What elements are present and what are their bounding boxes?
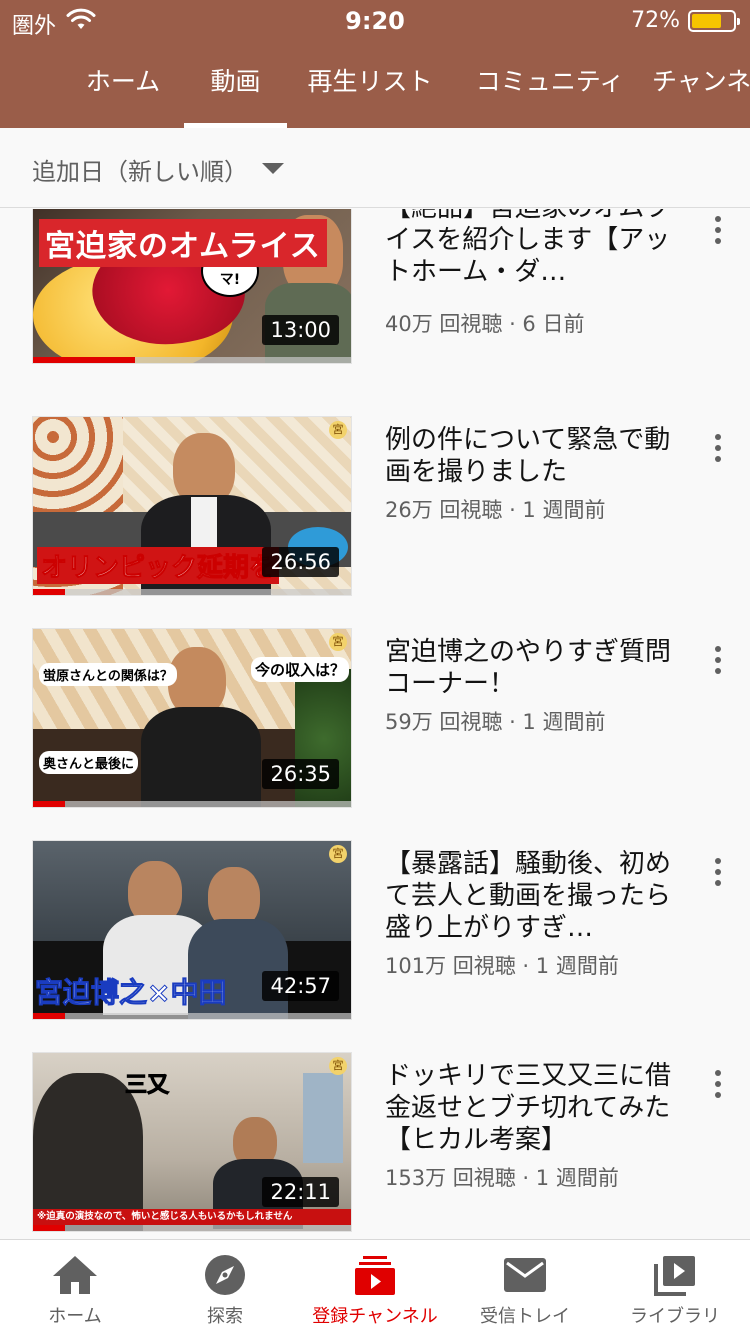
nav-library-label: ライブラリ bbox=[630, 1306, 720, 1327]
thumbnail-warning: ※迫真の演技なので、怖いと感じる人もいるかもしれません bbox=[33, 1209, 351, 1225]
video-thumbnail[interactable]: 宮 三又 ※迫真の演技なので、怖いと感じる人もいるかもしれません 22:11 bbox=[32, 1052, 352, 1232]
tab-playlists[interactable]: 再生リスト bbox=[290, 44, 450, 128]
more-options-icon[interactable] bbox=[706, 212, 730, 248]
video-item[interactable]: 宮 今の収入は？ 蛍原さんとの関係は？ 奥さんと最後に 26:35 宮迫博之のや… bbox=[0, 596, 750, 808]
more-options-icon[interactable] bbox=[706, 430, 730, 466]
tab-channel[interactable]: チャンネル bbox=[652, 44, 750, 128]
video-duration: 13:00 bbox=[262, 315, 339, 345]
tab-videos[interactable]: 動画 bbox=[184, 44, 287, 128]
video-thumbnail[interactable]: 宮 今の収入は？ 蛍原さんとの関係は？ 奥さんと最後に 26:35 bbox=[32, 628, 352, 808]
more-options-icon[interactable] bbox=[706, 854, 730, 890]
thumbnail-caption: 三又 bbox=[124, 1073, 170, 1099]
video-duration: 26:35 bbox=[262, 759, 339, 789]
status-bar: 圏外 9:20 72% bbox=[0, 0, 750, 44]
thumbnail-caption: 宮迫博之×中田 bbox=[34, 976, 227, 1010]
video-duration: 42:57 bbox=[262, 971, 339, 1001]
thumbnail-caption: オリンピック延期を bbox=[37, 547, 280, 584]
library-icon bbox=[654, 1254, 696, 1300]
video-title[interactable]: 【暴露話】騒動後、初めて芸人と動画を撮ったら盛り上がりすぎ… bbox=[385, 848, 675, 944]
video-meta: 26万 回視聴 · 1 週間前 bbox=[385, 498, 606, 522]
watch-progress-bar bbox=[33, 801, 351, 807]
watch-progress-bar bbox=[33, 357, 351, 363]
tab-community[interactable]: コミュニティ bbox=[462, 44, 638, 128]
video-thumbnail[interactable]: 宮 宮迫博之×中田 42:57 bbox=[32, 840, 352, 1020]
nav-subscriptions[interactable]: 登録チャンネル bbox=[300, 1240, 450, 1334]
more-options-icon[interactable] bbox=[706, 642, 730, 678]
watch-progress-bar bbox=[33, 589, 351, 595]
nav-explore-label: 探索 bbox=[207, 1306, 243, 1327]
channel-watermark: 宮 bbox=[329, 421, 347, 439]
nav-home-label: ホーム bbox=[48, 1306, 102, 1327]
tab-home[interactable]: ホーム bbox=[62, 44, 184, 128]
battery-icon bbox=[688, 10, 740, 32]
watch-progress-bar bbox=[33, 1013, 351, 1019]
sort-dropdown[interactable]: 追加日（新しい順） bbox=[0, 128, 750, 208]
video-list: マジウマ! 宮迫家のオムライス 13:00 【絶品】宮迫家のオムライスを紹介しま… bbox=[0, 209, 750, 1239]
video-item[interactable]: 宮 オリンピック延期を 26:56 例の件について緊急で動画を撮りました 26万… bbox=[0, 384, 750, 596]
bottom-navigation: ホーム 探索 登録チャンネル 受信トレイ ライブラリ bbox=[0, 1239, 750, 1334]
home-icon bbox=[51, 1254, 99, 1300]
battery-percentage: 72% bbox=[631, 8, 680, 33]
channel-tab-bar: ホーム 動画 再生リスト コミュニティ チャンネル bbox=[0, 44, 750, 128]
video-thumbnail[interactable]: マジウマ! 宮迫家のオムライス 13:00 bbox=[32, 209, 352, 364]
watch-progress-bar bbox=[33, 1225, 351, 1231]
nav-inbox[interactable]: 受信トレイ bbox=[450, 1240, 600, 1334]
video-item[interactable]: 宮 三又 ※迫真の演技なので、怖いと感じる人もいるかもしれません 22:11 ド… bbox=[0, 1020, 750, 1232]
video-title[interactable]: 例の件について緊急で動画を撮りました bbox=[385, 424, 675, 488]
video-duration: 26:56 bbox=[262, 547, 339, 577]
question-bubble: 蛍原さんとの関係は？ bbox=[39, 663, 177, 686]
video-title[interactable]: ドッキリで三又又三に借金返せとブチ切れてみた【ヒカル考案】 bbox=[385, 1060, 675, 1156]
nav-subscriptions-label: 登録チャンネル bbox=[312, 1306, 438, 1327]
video-title[interactable]: 【絶品】宮迫家のオムライスを紹介します【アットホーム・ダ… bbox=[385, 209, 675, 288]
subscriptions-icon bbox=[355, 1254, 395, 1300]
caret-down-icon bbox=[262, 163, 284, 174]
compass-icon bbox=[204, 1254, 246, 1300]
thumbnail-caption: 今の収入は？ bbox=[251, 657, 350, 682]
nav-inbox-label: 受信トレイ bbox=[480, 1306, 570, 1327]
nav-home[interactable]: ホーム bbox=[0, 1240, 150, 1334]
sort-label: 追加日（新しい順） bbox=[32, 158, 248, 186]
more-options-icon[interactable] bbox=[706, 1066, 730, 1102]
video-meta: 59万 回視聴 · 1 週間前 bbox=[385, 710, 606, 734]
video-meta: 101万 回視聴 · 1 週間前 bbox=[385, 954, 619, 978]
nav-library[interactable]: ライブラリ bbox=[600, 1240, 750, 1334]
video-thumbnail[interactable]: 宮 オリンピック延期を 26:56 bbox=[32, 416, 352, 596]
video-title[interactable]: 宮迫博之のやりすぎ質問コーナー！ bbox=[385, 636, 675, 700]
video-meta: 40万 回視聴 · 6 日前 bbox=[385, 312, 585, 336]
video-item[interactable]: 宮 宮迫博之×中田 42:57 【暴露話】騒動後、初めて芸人と動画を撮ったら盛り… bbox=[0, 808, 750, 1020]
channel-watermark: 宮 bbox=[329, 845, 347, 863]
channel-watermark: 宮 bbox=[329, 633, 347, 651]
video-duration: 22:11 bbox=[262, 1177, 339, 1207]
thumbnail-caption: 宮迫家のオムライス bbox=[39, 219, 327, 267]
nav-explore[interactable]: 探索 bbox=[150, 1240, 300, 1334]
channel-watermark: 宮 bbox=[329, 1057, 347, 1075]
video-item[interactable]: マジウマ! 宮迫家のオムライス 13:00 【絶品】宮迫家のオムライスを紹介しま… bbox=[0, 209, 750, 384]
mail-icon bbox=[504, 1254, 546, 1296]
question-bubble: 奥さんと最後に bbox=[39, 751, 139, 774]
video-meta: 153万 回視聴 · 1 週間前 bbox=[385, 1166, 619, 1190]
